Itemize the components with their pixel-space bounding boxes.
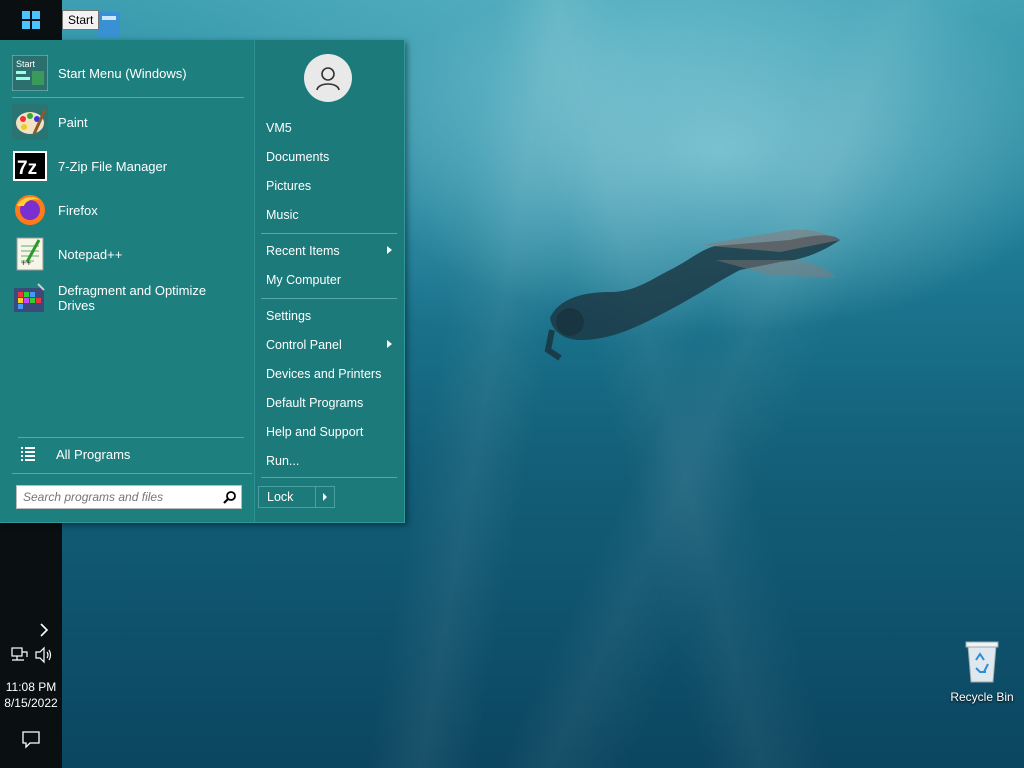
place-label: My Computer [266, 273, 342, 287]
start-menu-programs: Start Start Menu (Windows) Paint 7z 7-Zi… [0, 40, 254, 522]
place-label: Run... [266, 454, 300, 468]
search-input[interactable] [17, 486, 219, 508]
windows-logo-icon [22, 11, 40, 29]
pinned-defrag[interactable]: Defragment and Optimize Drives [12, 278, 248, 318]
place-label: Help and Support [266, 425, 364, 439]
clock-time: 11:08 PM [5, 680, 57, 694]
place-devices-printers[interactable]: Devices and Printers [258, 360, 398, 388]
place-recent-items[interactable]: Recent Items [258, 237, 398, 265]
place-label: Default Programs [266, 396, 364, 410]
divider [261, 298, 397, 299]
wallpaper-diver [544, 229, 840, 361]
search-box [16, 485, 242, 509]
pinned-label: Firefox [58, 202, 98, 218]
all-programs-label: All Programs [56, 446, 131, 462]
search-icon[interactable] [219, 486, 241, 508]
divider [261, 233, 397, 234]
divider [18, 437, 244, 438]
clock-date: 8/15/2022 [4, 696, 58, 710]
pinned-label: Defragment and Optimize Drives [58, 283, 207, 313]
place-help-support[interactable]: Help and Support [258, 418, 398, 446]
place-control-panel[interactable]: Control Panel [258, 331, 398, 359]
pinned-start-menu-windows[interactable]: Start Start Menu (Windows) [12, 53, 248, 93]
firefox-icon [12, 192, 48, 228]
place-run[interactable]: Run... [258, 447, 398, 475]
place-label: Music [266, 208, 299, 222]
pinned-label: Notepad++ [58, 246, 123, 262]
recycle-bin-icon [965, 641, 999, 683]
place-my-computer[interactable]: My Computer [258, 266, 398, 294]
user-avatar[interactable] [304, 54, 352, 102]
place-settings[interactable]: Settings [258, 302, 398, 330]
place-label: Control Panel [266, 338, 342, 352]
svg-text:7z: 7z [17, 158, 37, 179]
system-tray [10, 646, 58, 664]
pinned-7zip[interactable]: 7z 7-Zip File Manager [12, 146, 248, 186]
paint-palette-icon [12, 104, 48, 140]
submenu-arrow-icon [387, 340, 392, 348]
place-label: Recent Items [266, 244, 340, 258]
notepadpp-icon: ++ [12, 236, 48, 272]
divider [12, 97, 244, 98]
divider [261, 477, 397, 478]
pinned-label: Start Menu (Windows) [58, 65, 187, 81]
place-documents[interactable]: Documents [258, 143, 398, 171]
place-pictures[interactable]: Pictures [258, 172, 398, 200]
place-label: VM5 [266, 121, 292, 135]
action-center-icon[interactable] [20, 728, 42, 750]
defrag-icon [12, 280, 48, 316]
pinned-notepadpp[interactable]: ++ Notepad++ [12, 234, 248, 274]
place-label: Pictures [266, 179, 312, 193]
place-vm5[interactable]: VM5 [258, 114, 398, 142]
recycle-bin-label: Recycle Bin [950, 690, 1014, 704]
place-label: Documents [266, 150, 330, 164]
submenu-arrow-icon [387, 246, 392, 254]
place-label: Settings [266, 309, 312, 323]
svg-text:Start: Start [16, 59, 36, 69]
pinned-label: Paint [58, 114, 88, 130]
pinned-label: 7-Zip File Manager [58, 158, 168, 174]
list-icon [21, 447, 35, 461]
divider [12, 473, 252, 474]
pinned-firefox[interactable]: Firefox [12, 190, 248, 230]
svg-text:++: ++ [21, 258, 32, 268]
place-default-programs[interactable]: Default Programs [258, 389, 398, 417]
place-label: Devices and Printers [266, 367, 382, 381]
user-icon [316, 67, 340, 91]
lock-button: Lock [258, 486, 335, 508]
7zip-icon: 7z [12, 148, 48, 184]
power-options-arrow[interactable] [315, 487, 334, 507]
taskbar-clock[interactable]: 11:08 PM 8/15/2022 [0, 679, 62, 711]
place-music[interactable]: Music [258, 201, 398, 229]
network-icon[interactable] [10, 646, 30, 664]
start-menu-places: VM5 Documents Pictures Music Recent Item… [255, 40, 404, 522]
chevron-right-icon[interactable] [34, 620, 54, 640]
all-programs-button[interactable]: All Programs [12, 440, 242, 468]
pinned-paint[interactable]: Paint [12, 102, 248, 142]
start-menu-app-icon: Start [12, 55, 48, 91]
volume-icon[interactable] [34, 646, 54, 664]
start-button[interactable] [0, 0, 62, 40]
start-tooltip: Start [62, 10, 100, 30]
lock-label[interactable]: Lock [259, 490, 315, 504]
desktop-recycle-bin[interactable]: Recycle Bin [948, 638, 1016, 708]
start-menu: Start Start Menu (Windows) Paint 7z 7-Zi… [0, 40, 405, 523]
